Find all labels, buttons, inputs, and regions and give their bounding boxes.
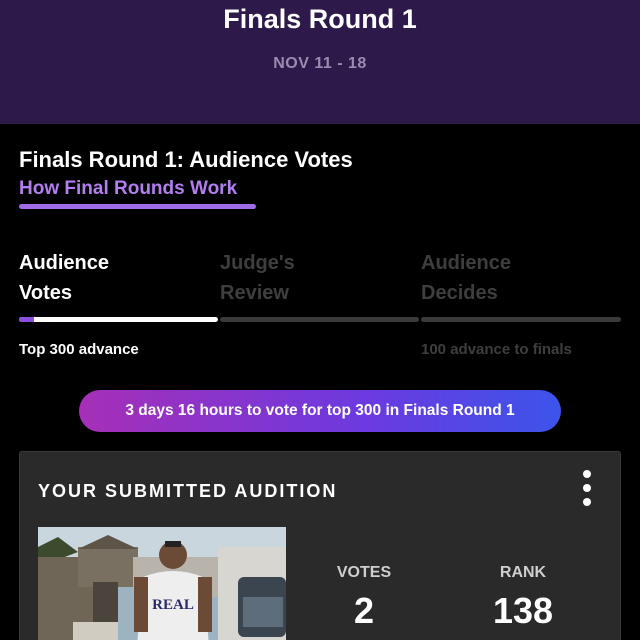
rank-value: 138 <box>492 590 554 631</box>
header-banner: Finals Round 1 NOV 11 - 18 <box>0 0 640 124</box>
step-judges-review: Judge's Review <box>220 248 410 308</box>
rank-label: RANK <box>499 564 547 581</box>
step-label-line2: Review <box>220 282 289 304</box>
step-label-line1: Audience <box>421 252 512 274</box>
votes-count: 2 <box>353 590 375 631</box>
progress-bar-fill <box>19 317 34 322</box>
how-final-rounds-work-link[interactable]: How Final Rounds Work <box>19 178 237 200</box>
submitted-audition-card: YOUR SUBMITTED AUDITION REAL VOTES 2 RAN… <box>19 451 621 640</box>
votes-label: VOTES <box>336 564 392 581</box>
link-underline <box>19 204 256 209</box>
advance-note-finals: 100 advance to finals <box>421 341 572 358</box>
vote-countdown-banner[interactable]: 3 days 16 hours to vote for top 300 in F… <box>79 390 561 432</box>
card-title: YOUR SUBMITTED AUDITION <box>38 481 338 501</box>
shirt-text: REAL <box>152 597 194 613</box>
step-label-line2: Decides <box>421 282 498 304</box>
step-label-line2: Votes <box>19 282 72 304</box>
step-audience-decides: Audience Decides <box>421 248 611 308</box>
progress-bar-step3 <box>421 317 621 322</box>
audition-video-thumbnail[interactable]: REAL <box>38 527 286 640</box>
step-label-line1: Judge's <box>220 252 295 274</box>
advance-note-top300: Top 300 advance <box>19 341 139 358</box>
progress-bar-step2 <box>220 317 419 322</box>
page-title: Finals Round 1 <box>223 4 417 34</box>
section-title: Finals Round 1: Audience Votes <box>19 147 353 172</box>
progress-bar-step1 <box>19 317 218 322</box>
countdown-text: 3 days 16 hours to vote for top 300 in F… <box>125 402 515 419</box>
step-audience-votes: Audience Votes <box>19 248 209 308</box>
step-label-line1: Audience <box>19 252 110 274</box>
thumbnail-image: REAL <box>38 527 286 640</box>
kebab-menu-icon[interactable] <box>576 468 598 508</box>
round-dates: NOV 11 - 18 <box>273 55 367 72</box>
